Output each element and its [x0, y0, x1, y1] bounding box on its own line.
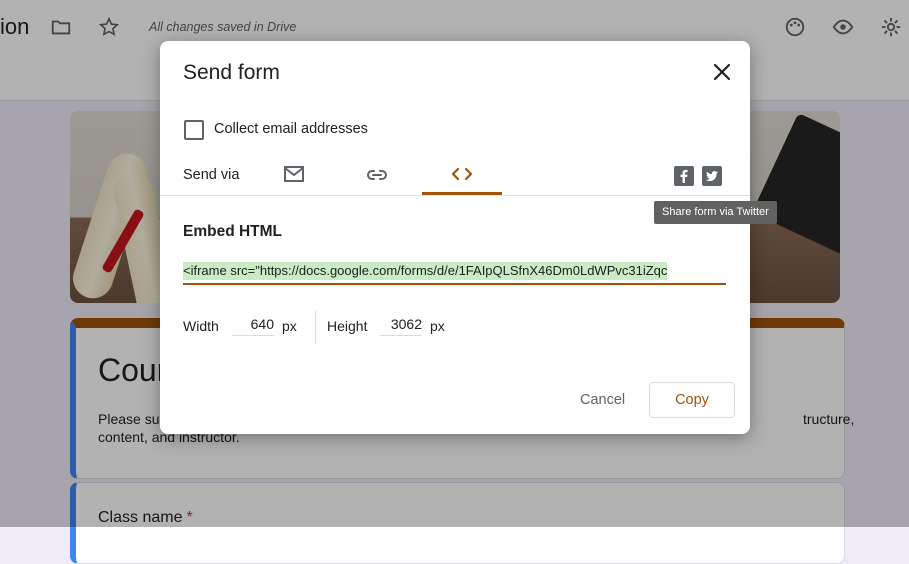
- height-input[interactable]: 3062: [380, 313, 422, 336]
- cancel-button[interactable]: Cancel: [566, 382, 639, 418]
- width-input[interactable]: 640: [232, 313, 274, 336]
- close-button[interactable]: [708, 58, 736, 86]
- collect-email-label[interactable]: Collect email addresses: [214, 121, 368, 137]
- collect-email-checkbox[interactable]: [184, 120, 204, 140]
- tab-embed-html[interactable]: [422, 153, 502, 195]
- height-unit: px: [430, 318, 445, 334]
- embed-code-text: <iframe src="https://docs.google.com/for…: [183, 262, 668, 280]
- tab-email[interactable]: [254, 153, 334, 195]
- close-icon: [713, 63, 731, 81]
- tab-link[interactable]: [337, 153, 417, 195]
- height-label: Height: [327, 318, 368, 334]
- send-form-dialog: Send form Collect email addresses Send v…: [160, 41, 777, 434]
- embed-code-field[interactable]: <iframe src="https://docs.google.com/for…: [183, 261, 726, 285]
- dialog-title: Send form: [183, 61, 280, 84]
- link-icon: [367, 170, 387, 180]
- email-icon: [284, 166, 304, 182]
- dimension-divider: [315, 311, 316, 344]
- embed-code-icon: [451, 167, 473, 181]
- copy-button[interactable]: Copy: [649, 382, 735, 418]
- width-label: Width: [183, 318, 219, 334]
- facebook-icon: [680, 169, 688, 183]
- twitter-icon: [706, 171, 718, 182]
- send-via-label: Send via: [183, 167, 240, 183]
- twitter-share-button[interactable]: [702, 166, 722, 186]
- tabs-divider: [160, 195, 750, 196]
- width-unit: px: [282, 318, 297, 334]
- twitter-tooltip: Share form via Twitter: [654, 201, 777, 224]
- facebook-share-button[interactable]: [674, 166, 694, 186]
- embed-html-heading: Embed HTML: [183, 223, 283, 240]
